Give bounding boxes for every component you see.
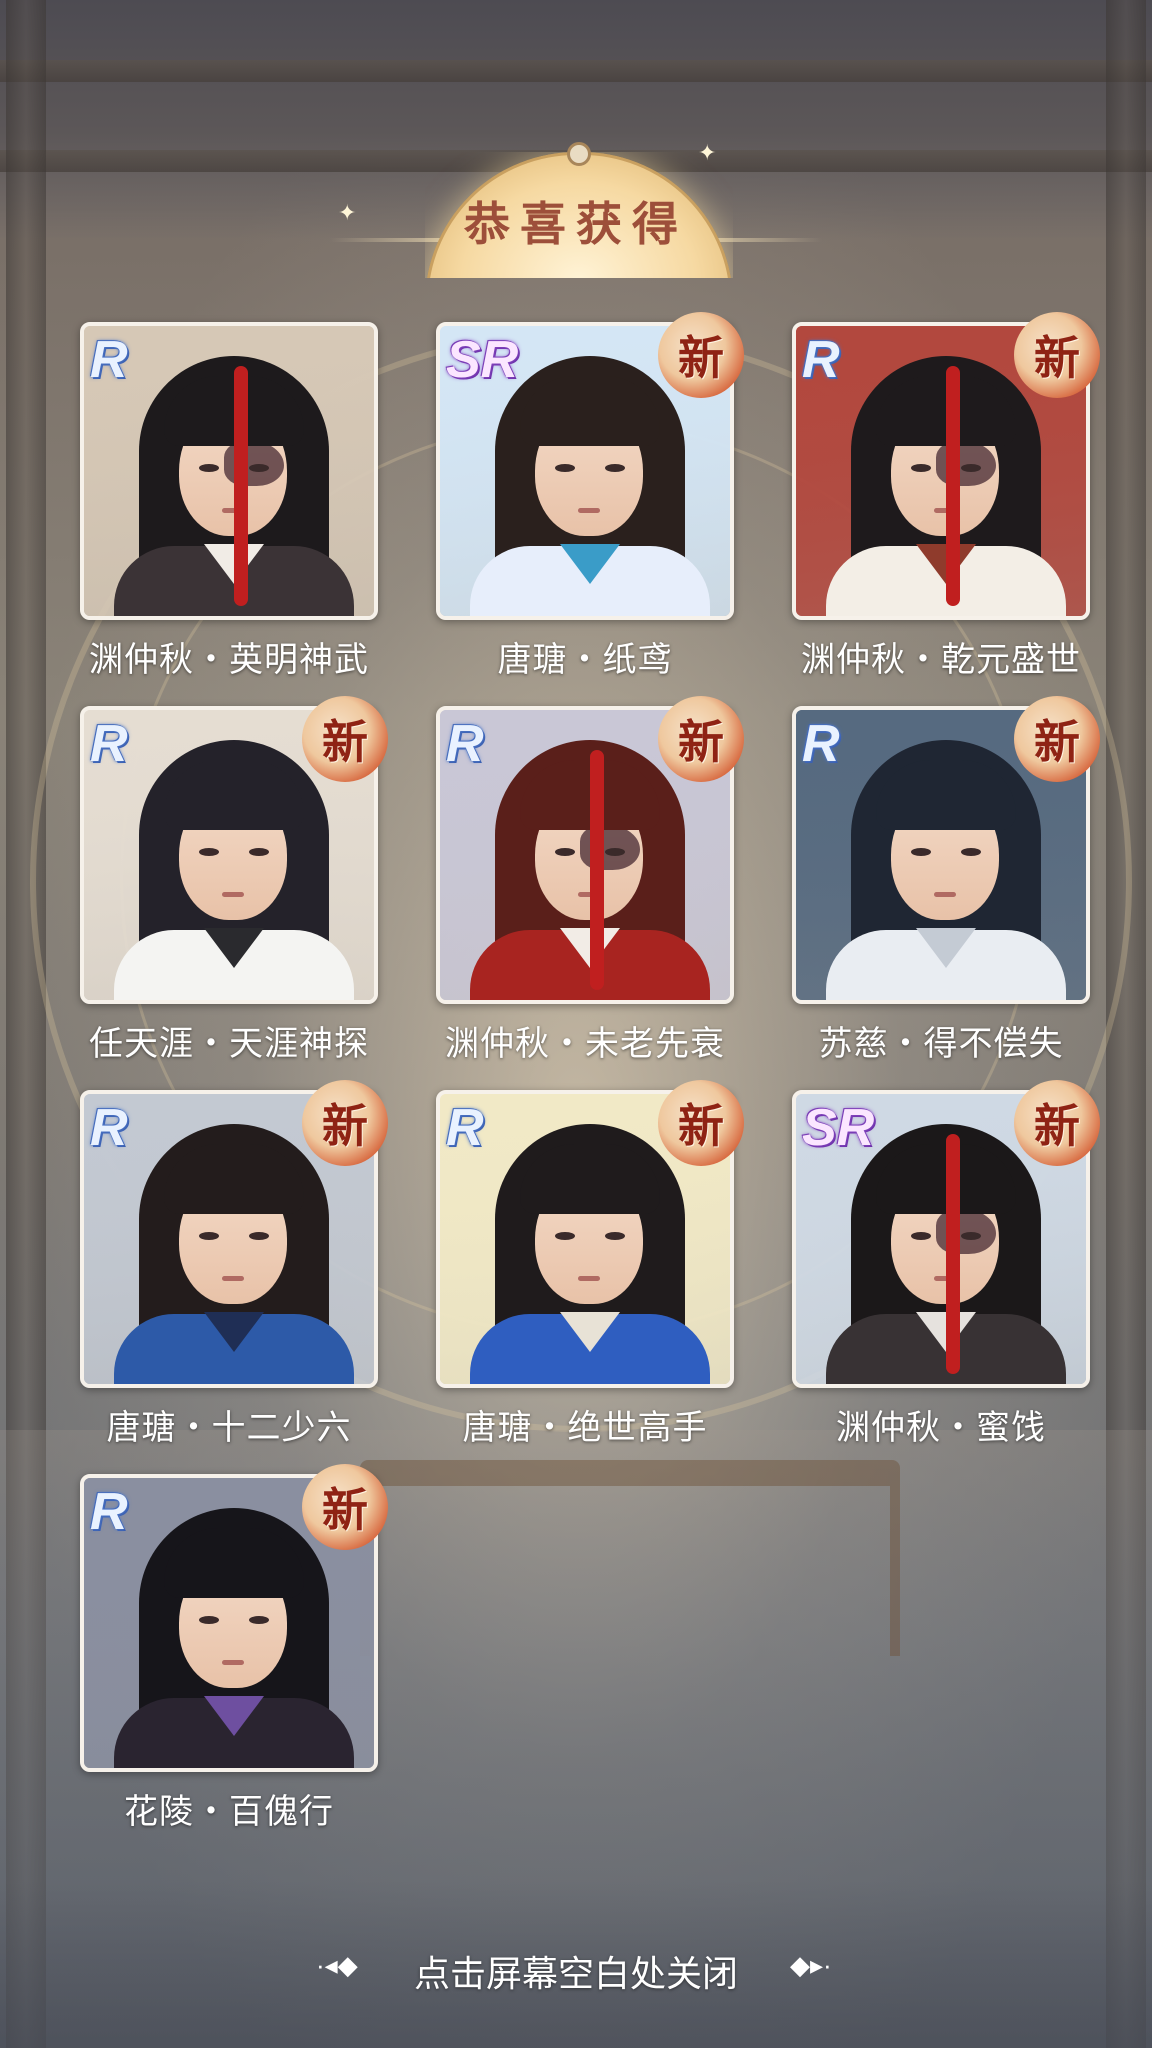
portrait-eye xyxy=(961,464,981,472)
diamond-deco-right-icon: ◆▸· xyxy=(790,1950,832,1980)
character-card[interactable]: R xyxy=(80,1474,378,1772)
character-name-label: 任天涯・天涯神探 xyxy=(89,1025,369,1063)
portrait-mouth xyxy=(222,1276,244,1281)
character-card[interactable]: R xyxy=(436,1090,734,1388)
portrait-eye xyxy=(199,464,219,472)
sparkle-icon: ✦ xyxy=(698,140,717,165)
character-name-label: 渊仲秋・未老先衰 xyxy=(445,1025,725,1063)
rarity-badge: R xyxy=(802,715,840,773)
character-name-label: 唐瑭・绝世高手 xyxy=(462,1409,708,1447)
portrait-eye xyxy=(199,1616,219,1624)
portrait-red-streak xyxy=(234,366,248,606)
portrait-eye xyxy=(911,1232,931,1240)
portrait-eye xyxy=(605,1232,625,1240)
portrait-mouth xyxy=(222,1660,244,1665)
close-hint-text[interactable]: 点击屏幕空白处关闭 xyxy=(0,1945,1152,1997)
character-card[interactable]: R xyxy=(80,1090,378,1388)
rarity-badge: R xyxy=(90,1099,128,1157)
portrait-red-streak xyxy=(946,1134,960,1374)
rarity-badge: SR xyxy=(446,331,519,389)
portrait-eye xyxy=(605,464,625,472)
portrait-red-streak xyxy=(946,366,960,606)
portrait-eye xyxy=(249,1232,269,1240)
portrait-fringe xyxy=(164,1144,304,1214)
portrait-eye xyxy=(961,848,981,856)
rarity-badge: R xyxy=(446,1099,484,1157)
character-name-label: 苏慈・得不偿失 xyxy=(818,1025,1064,1063)
background-beam xyxy=(0,60,1152,82)
portrait-fringe xyxy=(164,760,304,830)
character-card[interactable]: R xyxy=(80,706,378,1004)
character-name-label: 唐瑭・纸鸢 xyxy=(497,641,673,679)
portrait-red-streak xyxy=(590,750,604,990)
character-name-label: 渊仲秋・乾元盛世 xyxy=(801,641,1081,679)
character-card[interactable]: R xyxy=(436,706,734,1004)
character-name-label: 渊仲秋・英明神武 xyxy=(89,641,369,679)
portrait-eye xyxy=(555,848,575,856)
sparkle-icon: ✦ xyxy=(338,200,357,225)
portrait-fringe xyxy=(164,1528,304,1598)
portrait-eye xyxy=(555,464,575,472)
character-card[interactable]: R xyxy=(80,322,378,620)
character-name-label: 唐瑭・十二少六 xyxy=(106,1409,352,1447)
portrait-mouth xyxy=(578,1276,600,1281)
portrait-eye xyxy=(555,1232,575,1240)
character-card[interactable]: SR xyxy=(436,322,734,620)
portrait-eye xyxy=(199,1232,219,1240)
rarity-badge: R xyxy=(802,331,840,389)
background-bench xyxy=(360,1460,900,1656)
portrait-eye xyxy=(249,848,269,856)
character-name-label: 渊仲秋・蜜饯 xyxy=(836,1409,1046,1447)
portrait-eye xyxy=(911,464,931,472)
character-card[interactable]: SR xyxy=(792,1090,1090,1388)
portrait-fringe xyxy=(876,760,1016,830)
rarity-badge: R xyxy=(90,715,128,773)
character-name-label: 花陵・百傀行 xyxy=(124,1793,334,1831)
background-pillar xyxy=(6,0,46,2048)
portrait-fringe xyxy=(520,1144,660,1214)
portrait-mouth xyxy=(578,508,600,513)
portrait-eye xyxy=(199,848,219,856)
page-title: 恭喜获得 xyxy=(464,198,688,250)
rarity-badge: R xyxy=(90,331,128,389)
character-card[interactable]: R xyxy=(792,706,1090,1004)
portrait-eye xyxy=(605,848,625,856)
portrait-eye xyxy=(961,1232,981,1240)
title-gem-icon xyxy=(567,142,591,166)
reward-screen[interactable]: { "title": "恭喜获得", "close_hint": "点击屏幕空白… xyxy=(0,0,1152,2048)
portrait-mouth xyxy=(222,892,244,897)
portrait-mouth xyxy=(934,892,956,897)
character-card[interactable]: R xyxy=(792,322,1090,620)
title-banner: 恭喜获得 ✦ ✦ xyxy=(330,130,822,278)
portrait-fringe xyxy=(520,376,660,446)
portrait-eye xyxy=(249,1616,269,1624)
portrait-eye xyxy=(249,464,269,472)
rarity-badge: R xyxy=(446,715,484,773)
rarity-badge: R xyxy=(90,1483,128,1541)
portrait-eye xyxy=(911,848,931,856)
rarity-badge: SR xyxy=(802,1099,875,1157)
